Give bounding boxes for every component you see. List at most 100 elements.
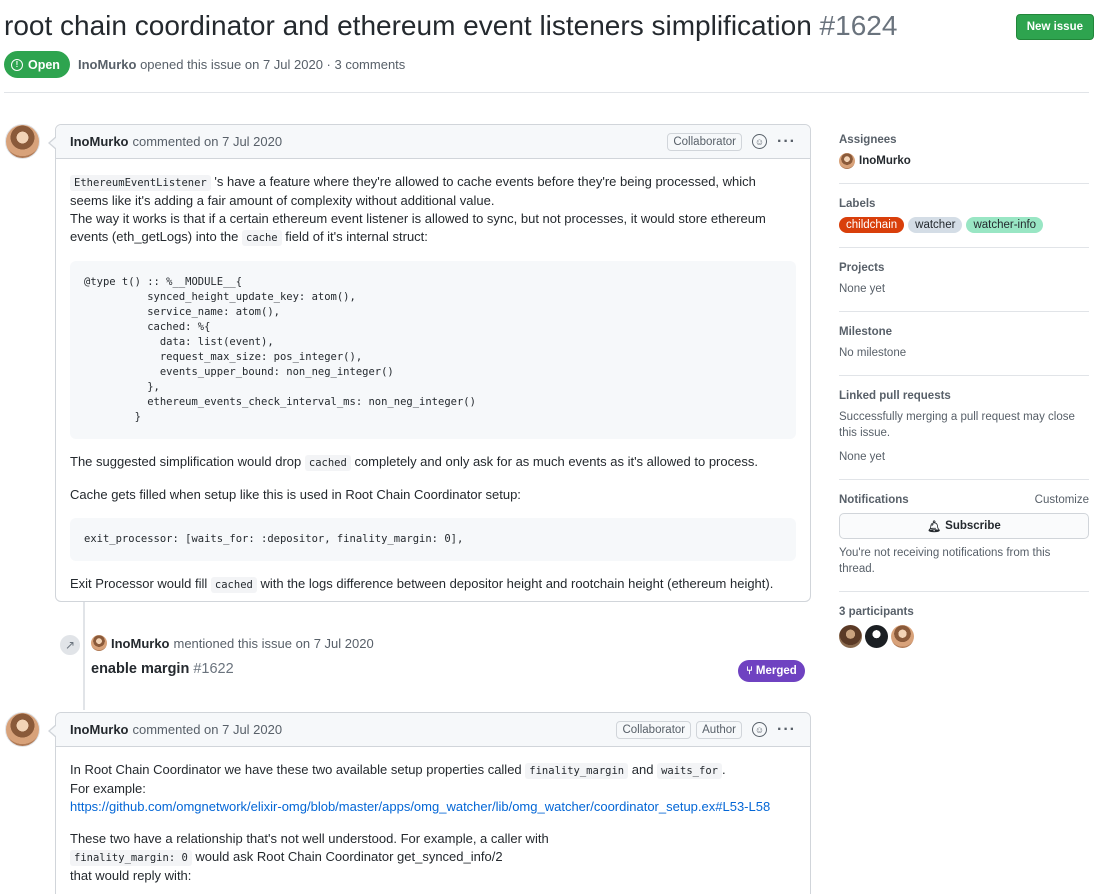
more-options-icon[interactable]: ···	[777, 721, 796, 739]
avatar[interactable]	[891, 625, 914, 648]
new-issue-button[interactable]: New issue	[1015, 14, 1094, 40]
text: Exit Processor would fill	[70, 576, 208, 591]
customize-link[interactable]: Customize	[1035, 494, 1089, 506]
comment-header: InoMurko commented on 7 Jul 2020 Collabo…	[56, 125, 810, 159]
comment-paragraph: In Root Chain Coordinator we have these …	[70, 761, 796, 816]
merged-label: Merged	[755, 665, 797, 677]
notifications-section: Notifications Customize 🔔︎ Subscribe You'r…	[839, 494, 1089, 592]
text: For example:	[70, 781, 146, 796]
heading-text: Projects	[839, 262, 885, 274]
avatar[interactable]	[865, 625, 888, 648]
text: with the logs difference between deposit…	[260, 576, 774, 591]
pr-number[interactable]: #1622	[193, 661, 233, 677]
comment-timestamp[interactable]: commented on 7 Jul 2020	[133, 134, 283, 149]
comment-paragraph: EthereumEventListener 's have a feature …	[70, 173, 796, 247]
timeline-event: InoMurko mentioned this issue on 7 Jul 2…	[91, 635, 374, 651]
comment-paragraph: These two have a relationship that's not…	[70, 830, 796, 885]
inline-code: EthereumEventListener	[70, 175, 211, 191]
milestone-heading[interactable]: Milestone	[839, 326, 1089, 338]
inline-code: cached	[210, 577, 257, 593]
linked-prs-description: Successfully merging a pull request may …	[839, 411, 1075, 439]
timeline-line	[83, 602, 85, 710]
comment-author[interactable]: InoMurko	[70, 134, 129, 149]
text: and	[631, 762, 654, 777]
projects-section: Projects None yet	[839, 262, 1089, 312]
linked-pr-title[interactable]: enable margin #1622	[91, 661, 234, 677]
assignee[interactable]: InoMurko	[839, 153, 1089, 169]
issue-sidebar: Assignees InoMurko Labels childchain wat…	[839, 130, 1089, 676]
heading-text: Labels	[839, 198, 876, 210]
notifications-description: You're not receiving notifications from …	[839, 547, 1051, 575]
text: field of it's internal struct:	[285, 229, 428, 244]
label-watcher-info[interactable]: watcher-info	[966, 217, 1044, 233]
label-childchain[interactable]: childchain	[839, 217, 905, 233]
avatar	[839, 153, 855, 169]
source-link[interactable]: https://github.com/omgnetwork/elixir-omg…	[70, 799, 770, 814]
event-actor[interactable]: InoMurko	[111, 636, 170, 651]
merged-badge: ⑂ Merged	[738, 660, 805, 682]
assignees-heading[interactable]: Assignees	[839, 134, 1089, 146]
inline-code: cached	[304, 455, 351, 471]
avatar[interactable]	[5, 712, 40, 747]
milestone-value: No milestone	[839, 347, 907, 359]
labels-heading[interactable]: Labels	[839, 198, 1089, 210]
comment-box: InoMurko commented on 7 Jul 2020 Collabo…	[48, 712, 811, 894]
issue-header: root chain coordinator and ethereum even…	[4, 8, 1094, 78]
author-badge: Author	[696, 720, 743, 739]
comment-header: InoMurko commented on 7 Jul 2020 Collabo…	[56, 713, 810, 747]
linked-prs-heading[interactable]: Linked pull requests	[839, 390, 1089, 402]
header-divider	[4, 92, 1089, 93]
labels-section: Labels childchain watcher watcher-info	[839, 198, 1089, 248]
inline-code: finality_margin: 0	[70, 850, 192, 866]
notifications-heading: Notifications Customize	[839, 494, 1089, 506]
heading-text: Milestone	[839, 326, 893, 338]
merge-icon: ⑂	[746, 665, 753, 677]
comment-paragraph: Cache gets filled when setup like this i…	[70, 487, 521, 502]
event-text: mentioned this issue on 7 Jul 2020	[173, 635, 374, 651]
text: would ask Root Chain Coordinator get_syn…	[195, 849, 503, 864]
issue-meta: InoMurko opened this issue on 7 Jul 2020…	[78, 57, 405, 72]
avatar[interactable]	[839, 625, 862, 648]
avatar[interactable]	[5, 124, 40, 159]
state-badge: ! Open	[4, 51, 70, 78]
comment-box: InoMurko commented on 7 Jul 2020 Collabo…	[48, 124, 811, 602]
issue-opened-text: opened this issue on 7 Jul 2020 · 3 comm…	[140, 57, 406, 72]
label-list: childchain watcher watcher-info	[839, 217, 1089, 233]
linked-prs-section: Linked pull requests Successfully mergin…	[839, 390, 1089, 480]
assignees-section: Assignees InoMurko	[839, 134, 1089, 184]
smiley-icon[interactable]: ☺	[752, 134, 768, 149]
assignee-name[interactable]: InoMurko	[859, 155, 911, 167]
text: that would reply with:	[70, 868, 192, 883]
avatar[interactable]	[91, 635, 107, 651]
issue-opened-icon: !	[11, 58, 23, 71]
text: completely and only ask for as much even…	[354, 454, 758, 469]
more-options-icon[interactable]: ···	[777, 133, 796, 151]
collaborator-badge: Collaborator	[667, 132, 743, 151]
state-label: Open	[28, 57, 60, 72]
linked-prs-value: None yet	[839, 451, 886, 463]
subscribe-button[interactable]: 🔔︎ Subscribe	[839, 513, 1089, 539]
projects-heading[interactable]: Projects	[839, 262, 1089, 274]
text: The suggested simplification would drop	[70, 454, 302, 469]
pr-title-text[interactable]: enable margin	[91, 661, 189, 677]
comment-paragraph: The suggested simplification would drop …	[70, 453, 796, 472]
milestone-section: Milestone No milestone	[839, 326, 1089, 376]
issue-title-text: root chain coordinator and ethereum even…	[4, 10, 812, 41]
smiley-icon[interactable]: ☺	[752, 722, 768, 737]
inline-code: waits_for	[657, 763, 722, 779]
comment-body: In Root Chain Coordinator we have these …	[56, 747, 810, 894]
comment-author[interactable]: InoMurko	[70, 722, 129, 737]
issue-title: root chain coordinator and ethereum even…	[4, 8, 897, 44]
participants-section: 3 participants	[839, 606, 1089, 662]
bell-icon: 🔔︎	[927, 520, 942, 533]
heading-text: 3 participants	[839, 606, 914, 618]
label-watcher[interactable]: watcher	[908, 217, 963, 233]
comment-timestamp[interactable]: commented on 7 Jul 2020	[133, 722, 283, 737]
text: .	[721, 762, 726, 777]
issue-author-link[interactable]: InoMurko	[78, 57, 137, 72]
cross-reference-icon: ↗	[58, 633, 82, 657]
issue-number: #1624	[819, 10, 898, 41]
subscribe-label: Subscribe	[945, 520, 1001, 532]
collaborator-badge: Collaborator	[616, 720, 692, 739]
inline-code: finality_margin	[525, 763, 629, 779]
